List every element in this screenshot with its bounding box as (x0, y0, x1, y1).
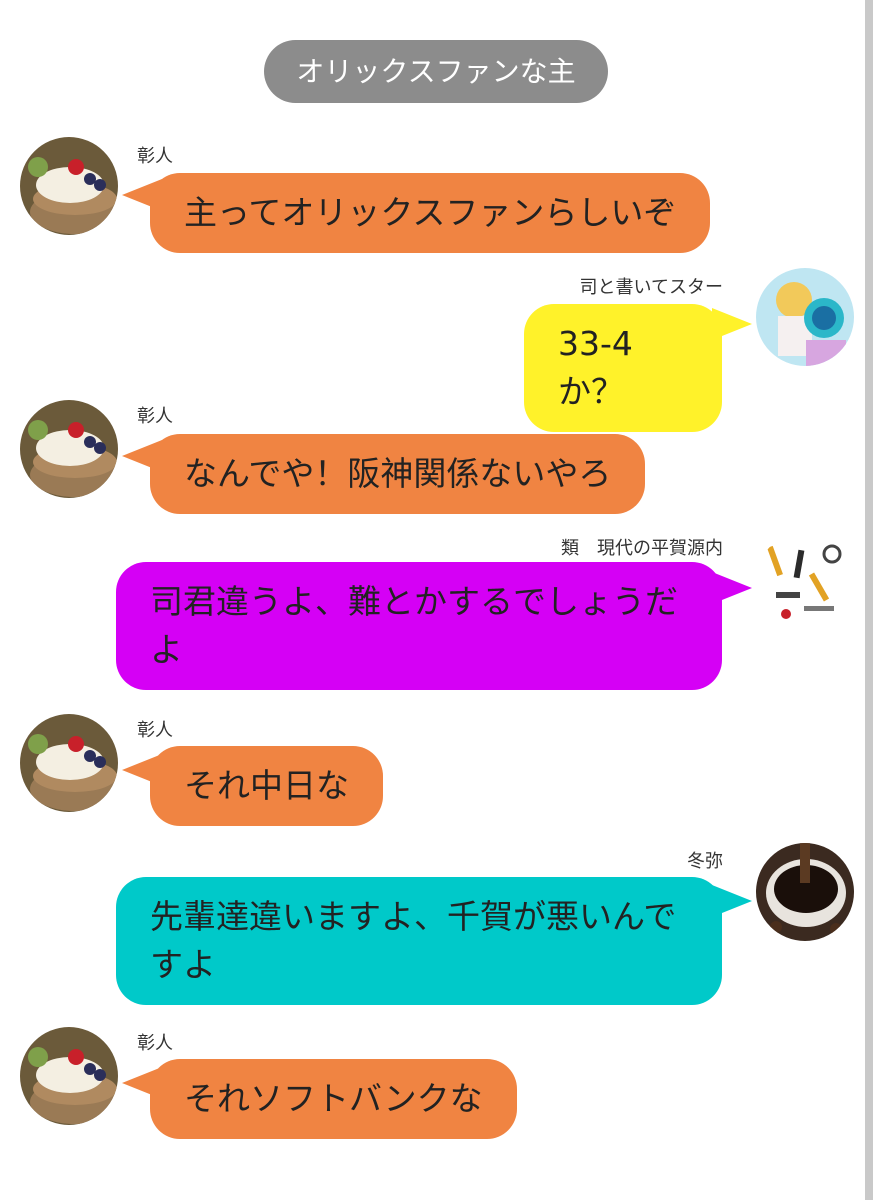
message-bubble: 先輩達違いますよ、千賀が悪いんですよ (116, 877, 722, 1005)
message-bubble: なんでや！阪神関係ないやろ (150, 434, 646, 514)
message-bubble: 主ってオリックスファンらしいぞ (150, 173, 711, 253)
sender-name: 彰人 (137, 720, 173, 741)
idol-avatar[interactable] (756, 268, 854, 366)
sender-name: 司と書いてスター (579, 277, 723, 298)
pancake-avatar[interactable] (20, 400, 118, 498)
sender-name: 類 現代の平賀源内 (561, 538, 723, 559)
message-bubble: それ中日な (150, 746, 383, 826)
sender-name: 冬弥 (687, 851, 723, 872)
sender-name: 彰人 (137, 406, 173, 427)
message-bubble: それソフトバンクな (150, 1059, 517, 1139)
message-bubble: 33-4か？ (524, 304, 722, 432)
message-bubble: 司君違うよ、難とかするでしょうだよ (116, 562, 722, 690)
coffee-avatar[interactable] (756, 843, 854, 941)
tools-avatar[interactable] (756, 532, 854, 630)
pancake-avatar[interactable] (20, 137, 118, 235)
scrollbar[interactable] (865, 0, 873, 1200)
pancake-avatar[interactable] (20, 1027, 118, 1125)
sender-name: 彰人 (137, 146, 173, 167)
pancake-avatar[interactable] (20, 714, 118, 812)
room-title: オリックスファンな主 (264, 40, 608, 103)
sender-name: 彰人 (137, 1033, 173, 1054)
